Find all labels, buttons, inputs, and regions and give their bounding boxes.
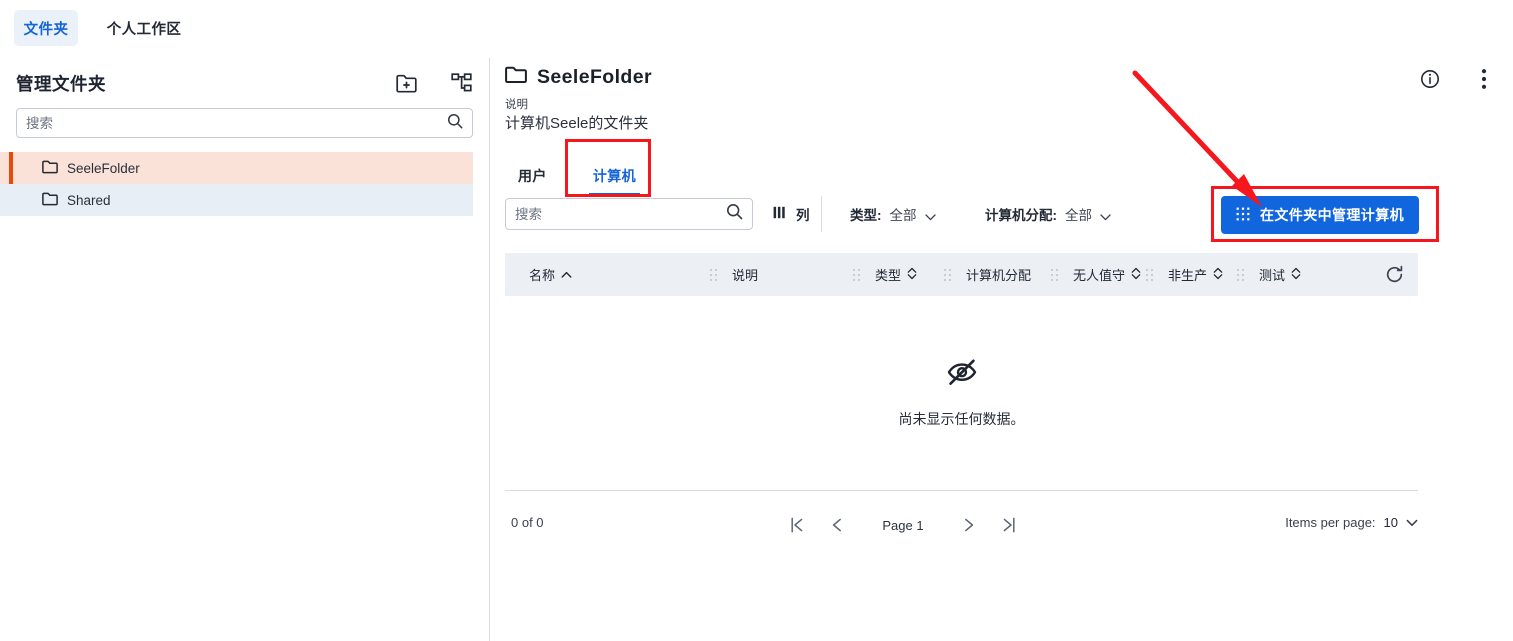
- hierarchy-icon[interactable]: [451, 72, 473, 94]
- sort-both-icon: [1213, 267, 1223, 283]
- main-panel: SeeleFolder 说明 计算机Seele的文件夹 用户 计算机 搜索 列 …: [490, 58, 1513, 641]
- table-column-type-label: 类型: [875, 268, 902, 283]
- topnav-tab-personal-workspace[interactable]: 个人工作区: [98, 10, 190, 46]
- type-filter-value: 全部: [889, 208, 917, 223]
- columns-icon: [773, 206, 788, 222]
- columns-button[interactable]: 列: [773, 205, 810, 223]
- type-filter[interactable]: 类型: 全部: [850, 205, 936, 223]
- folder-list-item-label: Shared: [67, 192, 111, 208]
- description-label: 说明: [505, 99, 528, 111]
- content-search-input[interactable]: [515, 206, 726, 222]
- topnav-tab-personal-workspace-label: 个人工作区: [106, 21, 182, 38]
- tab-users[interactable]: 用户: [508, 154, 557, 198]
- type-filter-label: 类型:: [850, 208, 882, 223]
- sort-both-icon: [1291, 267, 1301, 283]
- table-column-unattended-label: 无人值守: [1073, 268, 1126, 283]
- items-per-page-value: 10: [1383, 515, 1398, 530]
- column-resize-grip[interactable]: [1050, 268, 1059, 282]
- table-column-computer-assignment[interactable]: 计算机分配: [966, 253, 1050, 296]
- column-resize-grip[interactable]: [709, 268, 718, 282]
- table-column-name-label: 名称: [529, 268, 556, 283]
- table-bottom-divider: [505, 490, 1418, 491]
- content-search[interactable]: [505, 198, 753, 230]
- next-page-button[interactable]: [949, 507, 989, 543]
- table-column-name[interactable]: 名称: [529, 253, 709, 296]
- sidebar-header-actions: [395, 72, 473, 94]
- computer-assignment-filter-value: 全部: [1065, 208, 1092, 223]
- page-title: SeeleFolder: [537, 66, 652, 88]
- folder-list-item-label: SeeleFolder: [67, 160, 140, 176]
- search-icon: [726, 203, 743, 225]
- page-title-row: SeeleFolder: [505, 66, 652, 89]
- chevron-down-icon: [1406, 519, 1418, 527]
- toolbar-separator: [821, 196, 822, 232]
- app-root: 文件夹 个人工作区 管理文件夹 搜索 SeeleFolder Shared Se…: [0, 0, 1513, 641]
- grid-apps-icon: [1236, 207, 1250, 224]
- paginator: 0 of 0 Page 1 Items per page: 10: [505, 501, 1418, 549]
- table-column-computer-assignment-label: 计算机分配: [966, 268, 1032, 283]
- chevron-down-icon: [924, 209, 936, 221]
- sort-both-icon: [907, 267, 917, 283]
- column-resize-grip[interactable]: [852, 268, 861, 282]
- topnav-tab-folders-label: 文件夹: [23, 21, 69, 38]
- folder-icon: [505, 66, 527, 89]
- table-column-unattended[interactable]: 无人值守: [1073, 253, 1145, 296]
- sidebar-search[interactable]: [16, 108, 473, 138]
- description-value: 计算机Seele的文件夹: [505, 115, 649, 132]
- manage-computers-in-folder-button-label: 在文件夹中管理计算机: [1260, 207, 1404, 223]
- table-column-test-label: 测试: [1259, 268, 1286, 283]
- paginator-controls: Page 1: [777, 507, 1029, 543]
- first-page-button[interactable]: [777, 507, 817, 543]
- sort-both-icon: [1131, 267, 1141, 283]
- previous-page-button[interactable]: [817, 507, 857, 543]
- info-icon[interactable]: [1419, 68, 1441, 90]
- items-per-page-selector[interactable]: Items per page: 10: [1285, 515, 1418, 530]
- folder-list: SeeleFolder Shared: [0, 152, 473, 216]
- empty-state: 尚未显示任何数据。: [505, 296, 1418, 490]
- content-tabs: 用户 计算机: [508, 154, 646, 200]
- tab-computers-label: 计算机: [592, 168, 637, 184]
- column-resize-grip[interactable]: [1236, 268, 1245, 282]
- sort-ascending-icon: [561, 267, 572, 282]
- paginator-page-label: Page 1: [882, 517, 924, 533]
- chevron-down-icon: [1100, 209, 1111, 221]
- tab-computers[interactable]: 计算机: [583, 154, 646, 198]
- computer-assignment-filter-label: 计算机分配:: [985, 208, 1057, 223]
- sidebar-search-input[interactable]: [26, 115, 447, 131]
- table-header-row: 名称 说明 类型 计算机分配 无人值守 非生产 测试: [505, 253, 1418, 296]
- top-navigation: 文件夹 个人工作区: [0, 0, 1513, 58]
- paginator-range-label: 0 of 0: [511, 515, 544, 530]
- folder-list-item-shared[interactable]: Shared: [0, 184, 473, 216]
- column-resize-grip[interactable]: [943, 268, 952, 282]
- empty-state-text: 尚未显示任何数据。: [898, 410, 1025, 427]
- items-per-page-label: Items per page:: [1285, 515, 1376, 530]
- topnav-tab-folders[interactable]: 文件夹: [14, 10, 78, 46]
- sidebar-title: 管理文件夹: [16, 73, 106, 94]
- computer-assignment-filter[interactable]: 计算机分配: 全部: [985, 205, 1111, 223]
- manage-computers-in-folder-button[interactable]: 在文件夹中管理计算机: [1221, 196, 1419, 234]
- sidebar: 管理文件夹 搜索 SeeleFolder Shared: [0, 58, 489, 641]
- column-resize-grip[interactable]: [1145, 268, 1154, 282]
- refresh-icon[interactable]: [1385, 265, 1404, 284]
- sidebar-header: 管理文件夹: [16, 67, 473, 99]
- table-column-test[interactable]: 测试: [1259, 253, 1319, 296]
- columns-button-label: 列: [796, 208, 810, 223]
- tab-users-label: 用户: [518, 168, 547, 184]
- more-vertical-icon[interactable]: [1473, 68, 1495, 90]
- new-folder-icon[interactable]: [395, 72, 417, 94]
- eye-off-icon: [945, 358, 979, 391]
- folder-list-item-seelefolder[interactable]: SeeleFolder: [0, 152, 473, 184]
- table-column-non-production[interactable]: 非生产: [1168, 253, 1236, 296]
- table-column-type[interactable]: 类型: [875, 253, 943, 296]
- folder-icon: [42, 160, 58, 177]
- header-actions: [1419, 68, 1495, 90]
- table-column-description-label: 说明: [732, 268, 759, 283]
- table-column-non-production-label: 非生产: [1168, 268, 1208, 283]
- search-icon: [447, 113, 463, 134]
- folder-icon: [42, 192, 58, 209]
- table-column-description[interactable]: 说明: [732, 253, 852, 296]
- last-page-button[interactable]: [989, 507, 1029, 543]
